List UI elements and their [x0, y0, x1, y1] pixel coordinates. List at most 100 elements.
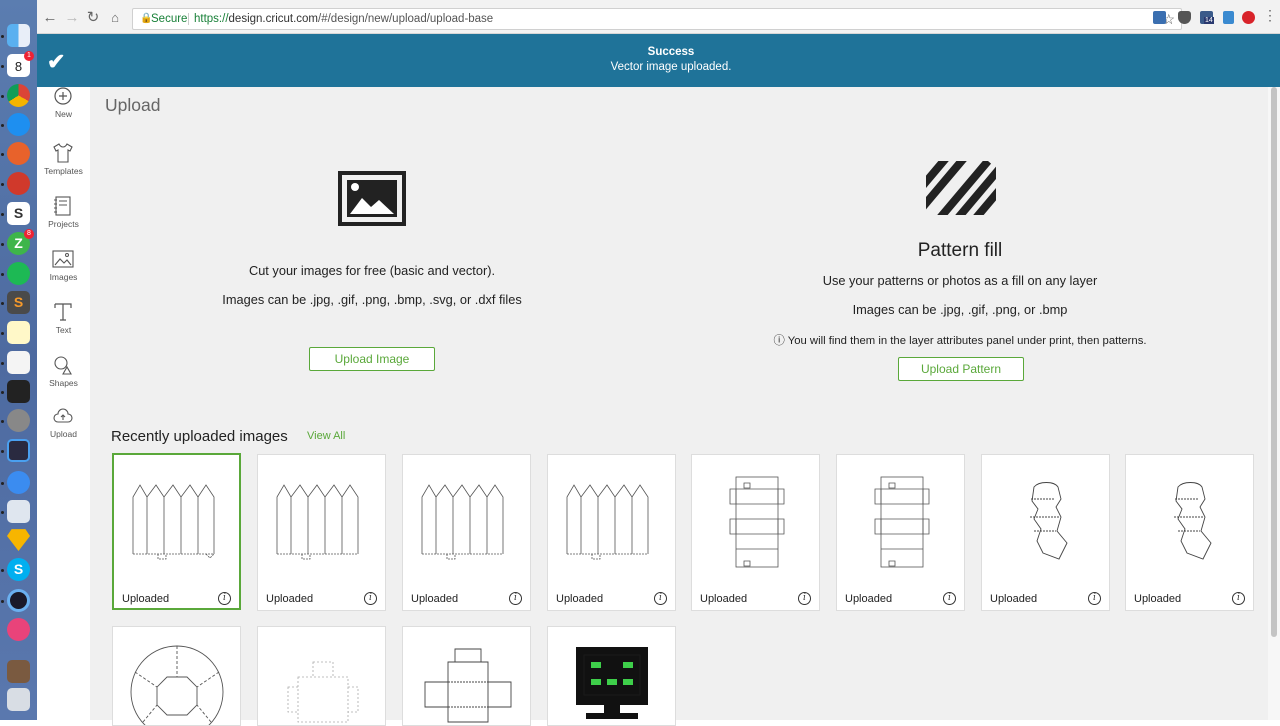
plus-circle-icon	[54, 87, 72, 105]
uploaded-thumbnail	[276, 484, 359, 560]
view-all-link[interactable]: View All	[307, 430, 345, 442]
pocket-extension-icon[interactable]	[1178, 11, 1191, 24]
info-icon[interactable]: i	[654, 592, 667, 605]
trash-icon[interactable]	[7, 688, 30, 711]
pattern-formats-text: Images can be .jpg, .gif, .png, or .bmp	[852, 302, 1068, 317]
uploaded-image-tile[interactable]: Uploaded i	[981, 454, 1110, 611]
uploaded-thumbnail	[130, 645, 224, 725]
system-prefs-icon[interactable]	[7, 409, 30, 432]
image-upload-description: Cut your images for free (basic and vect…	[248, 263, 496, 278]
spotify-icon[interactable]	[7, 262, 30, 285]
reload-icon[interactable]: ↻	[85, 10, 101, 26]
chrome-icon[interactable]	[7, 84, 30, 107]
z-badge: 8	[24, 229, 34, 239]
sidebar-item-images[interactable]: Images	[37, 243, 90, 296]
scrollbar-thumb[interactable]	[1271, 87, 1277, 637]
notebook-icon	[54, 196, 71, 216]
sidebar-item-templates[interactable]: Templates	[37, 137, 90, 190]
uploaded-image-tile[interactable]: Uploaded i	[1125, 454, 1254, 611]
tile-label: Uploaded	[411, 593, 459, 605]
upload-image-button[interactable]: Upload Image	[309, 347, 435, 371]
firefox-icon[interactable]	[7, 142, 30, 165]
image-icon	[52, 250, 74, 268]
cloud-upload-icon	[53, 408, 73, 423]
sidebar-item-upload[interactable]: Upload	[37, 392, 90, 445]
uploaded-thumbnail	[1030, 482, 1068, 560]
app-window-icon[interactable]	[7, 439, 30, 462]
uploaded-image-tile[interactable]: Uploaded i	[257, 454, 386, 611]
uploaded-image-tile[interactable]: Uploaded i	[836, 454, 965, 611]
notification-message: Vector image uploaded.	[610, 61, 732, 73]
shapes-icon	[54, 356, 72, 375]
uploaded-image-tile[interactable]	[547, 626, 676, 726]
url-host: design.cricut.com	[228, 13, 319, 25]
info-icon[interactable]: i	[1088, 592, 1101, 605]
slack-icon[interactable]: S	[7, 202, 30, 225]
finder-icon[interactable]	[7, 24, 30, 47]
uploaded-image-tile[interactable]: Uploaded i	[691, 454, 820, 611]
dock-indicator	[1, 65, 4, 68]
skype-icon[interactable]: S	[7, 558, 30, 581]
dock-indicator	[1, 213, 4, 216]
uploaded-thumbnail	[576, 647, 648, 719]
menu-dots-icon[interactable]: ⋮	[1263, 7, 1277, 24]
sidebar-item-label: Images	[49, 272, 78, 282]
notes-icon[interactable]	[7, 321, 30, 344]
dock-indicator	[1, 511, 4, 514]
upload-pattern-button[interactable]: Upload Pattern	[898, 357, 1024, 381]
safari-icon[interactable]	[7, 113, 30, 136]
dock-indicator	[1, 332, 4, 335]
preview-icon[interactable]	[7, 500, 30, 523]
uploaded-thumbnail	[566, 484, 649, 560]
messages-icon[interactable]	[7, 471, 30, 494]
uploaded-thumbnail	[1174, 482, 1212, 560]
main-content: Upload Cut your images for free (basic a…	[90, 87, 1268, 726]
dock-indicator	[1, 273, 4, 276]
dock-indicator	[1, 362, 4, 365]
adblock-extension-icon[interactable]	[1242, 11, 1255, 24]
info-icon[interactable]: i	[943, 592, 956, 605]
sidebar-item-text[interactable]: Text	[37, 296, 90, 349]
uploaded-thumbnail	[287, 661, 359, 723]
uploaded-image-tile[interactable]: Uploaded i	[112, 453, 241, 610]
quicktime-icon[interactable]	[7, 589, 30, 612]
info-icon[interactable]: i	[509, 592, 522, 605]
info-icon[interactable]: i	[1232, 592, 1245, 605]
dock-indicator	[1, 35, 4, 38]
uploaded-image-tile[interactable]: Uploaded i	[547, 454, 676, 611]
page-scrollbar[interactable]	[1268, 87, 1280, 720]
url-divider	[188, 13, 189, 25]
notification-title: Success	[647, 46, 695, 58]
sublime-icon[interactable]: S	[7, 291, 30, 314]
left-sidebar: New Templates Projects Images Text Shape…	[37, 87, 90, 720]
sidebar-item-label: Upload	[50, 429, 77, 439]
home-icon[interactable]: ⌂	[107, 10, 123, 26]
app-icon[interactable]	[7, 172, 30, 195]
info-icon[interactable]: i	[218, 592, 231, 605]
uploaded-image-tile[interactable]: Uploaded i	[402, 454, 531, 611]
photo-icon[interactable]	[7, 660, 30, 683]
dock-indicator	[1, 569, 4, 572]
sidebar-item-projects[interactable]: Projects	[37, 190, 90, 243]
info-icon[interactable]: i	[364, 592, 377, 605]
sidebar-item-new[interactable]: New	[37, 87, 90, 140]
uploaded-image-tile[interactable]	[112, 626, 241, 726]
tile-label: Uploaded	[845, 593, 893, 605]
forward-arrow-icon[interactable]: →	[64, 10, 80, 26]
dock-indicator	[1, 600, 4, 603]
sketch-icon[interactable]	[7, 529, 30, 551]
dock-indicator	[1, 302, 4, 305]
sidebar-item-label: New	[54, 109, 72, 119]
success-notification: ✔ Success Vector image uploaded.	[37, 34, 1280, 87]
uploaded-image-tile[interactable]	[257, 626, 386, 726]
address-bar[interactable]: 🔒 Secure https://design.cricut.com/#/des…	[132, 8, 1182, 30]
terminal-icon[interactable]	[7, 380, 30, 403]
itunes-icon[interactable]	[7, 618, 30, 641]
back-arrow-icon[interactable]: ←	[42, 10, 58, 26]
uploaded-image-tile[interactable]	[402, 626, 531, 726]
download-extension-icon[interactable]	[1153, 11, 1166, 24]
eyedropper-extension-icon[interactable]	[1223, 11, 1234, 24]
textedit-icon[interactable]	[7, 351, 30, 374]
info-icon[interactable]: i	[798, 592, 811, 605]
image-formats-text: Images can be .jpg, .gif, .png, .bmp, .s…	[222, 292, 522, 307]
